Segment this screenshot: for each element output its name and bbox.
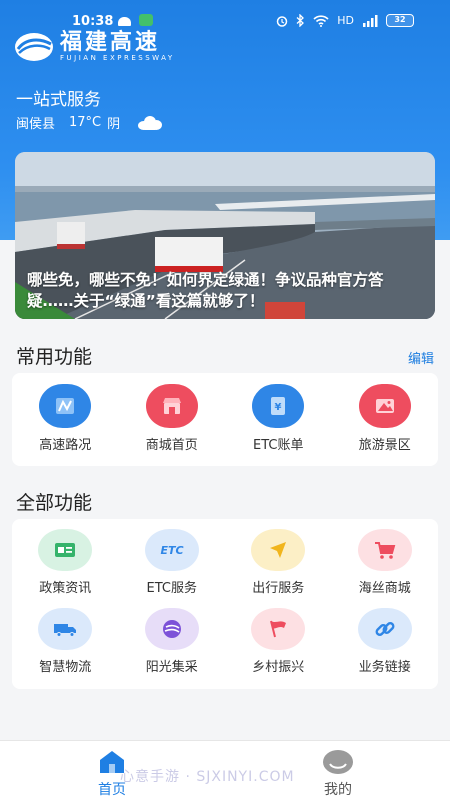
shopping-cart-icon	[357, 529, 412, 571]
common-item-scenic-spots[interactable]: 旅游景区	[332, 384, 439, 453]
policy-news-icon	[38, 529, 93, 571]
hd-label: HD	[337, 14, 354, 27]
nav-mine[interactable]: 我的	[298, 749, 378, 799]
weather-location: 闽侯县	[16, 117, 56, 132]
banner-caption: 哪些免，哪些不免！如何界定绿通！争议品种官方答疑……关于“绿通”看这篇就够了！	[27, 271, 384, 310]
flag-icon	[251, 608, 306, 650]
item-label: 乡村振兴	[252, 660, 305, 675]
item-label: 高速路况	[39, 438, 92, 453]
item-label: 阳光集采	[145, 660, 198, 675]
common-item-etc-bill[interactable]: ¥ ETC账单	[225, 384, 332, 453]
item-label: 旅游景区	[358, 438, 411, 453]
battery-indicator: 32	[386, 14, 414, 27]
truck-icon	[38, 608, 93, 650]
signal-icon	[363, 14, 378, 27]
common-item-mall-home[interactable]: 商城首页	[119, 384, 226, 453]
item-label: 政策资讯	[39, 581, 92, 596]
common-functions-card: 高速路况 商城首页 ¥ ETC账单 旅游景区	[12, 373, 438, 466]
status-time: 10:38	[72, 14, 114, 29]
weather-temperature: 17°C	[69, 115, 102, 130]
svg-text:ETC: ETC	[160, 544, 183, 557]
all-item-business-links[interactable]: 业务链接	[332, 608, 439, 675]
etc-bill-icon: ¥	[252, 384, 305, 428]
bluetooth-icon	[296, 14, 305, 27]
notification-icons	[118, 14, 153, 26]
scenery-icon	[358, 384, 411, 428]
item-label: 业务链接	[358, 660, 411, 675]
cloud-icon	[138, 115, 163, 130]
etc-service-icon: ETC	[144, 529, 199, 571]
link-icon	[357, 608, 412, 650]
slogan: 一站式服务	[16, 90, 101, 110]
item-label: 出行服务	[252, 581, 305, 596]
alarm-icon	[277, 15, 288, 27]
all-functions-title: 全部功能	[16, 492, 93, 514]
all-item-etc-service[interactable]: ETC ETC服务	[119, 529, 226, 596]
item-label: ETC服务	[146, 581, 197, 596]
user-profile-icon	[323, 750, 353, 774]
item-label: 商城首页	[145, 438, 198, 453]
common-functions-title: 常用功能	[16, 346, 93, 368]
all-functions-card: 政策资讯 ETC ETC服务 出行服务 海丝商城 智慧物流 阳光集采 乡村振兴 …	[12, 519, 438, 689]
all-item-travel-service[interactable]: 出行服务	[225, 529, 332, 596]
road-map-icon	[39, 384, 92, 428]
message-icon	[139, 14, 153, 26]
all-item-maritime-silk-mall[interactable]: 海丝商城	[332, 529, 439, 596]
edit-button[interactable]: 编辑	[408, 348, 434, 367]
all-item-policy-news[interactable]: 政策资讯	[12, 529, 119, 596]
item-label: ETC账单	[253, 438, 304, 453]
item-label: 海丝商城	[358, 581, 411, 596]
all-item-sunshine-procurement[interactable]: 阳光集采	[119, 608, 226, 675]
wifi-icon	[313, 14, 329, 27]
news-banner[interactable]: 哪些免，哪些不免！如何界定绿通！争议品种官方答疑……关于“绿通”看这篇就够了！	[15, 152, 435, 319]
shop-icon	[145, 384, 198, 428]
nav-mine-label: 我的	[324, 782, 352, 798]
weather-condition: 阴	[107, 117, 121, 132]
all-item-smart-logistics[interactable]: 智慧物流	[12, 608, 119, 675]
logo-mark-icon	[15, 32, 53, 61]
svg-text:¥: ¥	[275, 402, 282, 413]
navigation-arrow-icon	[251, 529, 306, 571]
logo-chinese-name: 福建高速	[60, 29, 161, 55]
common-item-road-conditions[interactable]: 高速路况	[12, 384, 119, 453]
system-icons: HD 32	[276, 14, 414, 27]
app-logo: 福建高速 FUJIAN EXPRESSWAY	[14, 30, 175, 63]
watermark: 心意手游 · SJXINYI.COM	[120, 769, 295, 785]
weather-bar[interactable]: 闽侯县 17°C 阴	[16, 113, 163, 132]
item-label: 智慧物流	[39, 660, 92, 675]
all-item-rural-revitalization[interactable]: 乡村振兴	[225, 608, 332, 675]
logo-english-name: FUJIAN EXPRESSWAY	[60, 54, 175, 62]
sun-procurement-icon	[144, 608, 199, 650]
android-icon	[118, 17, 131, 26]
